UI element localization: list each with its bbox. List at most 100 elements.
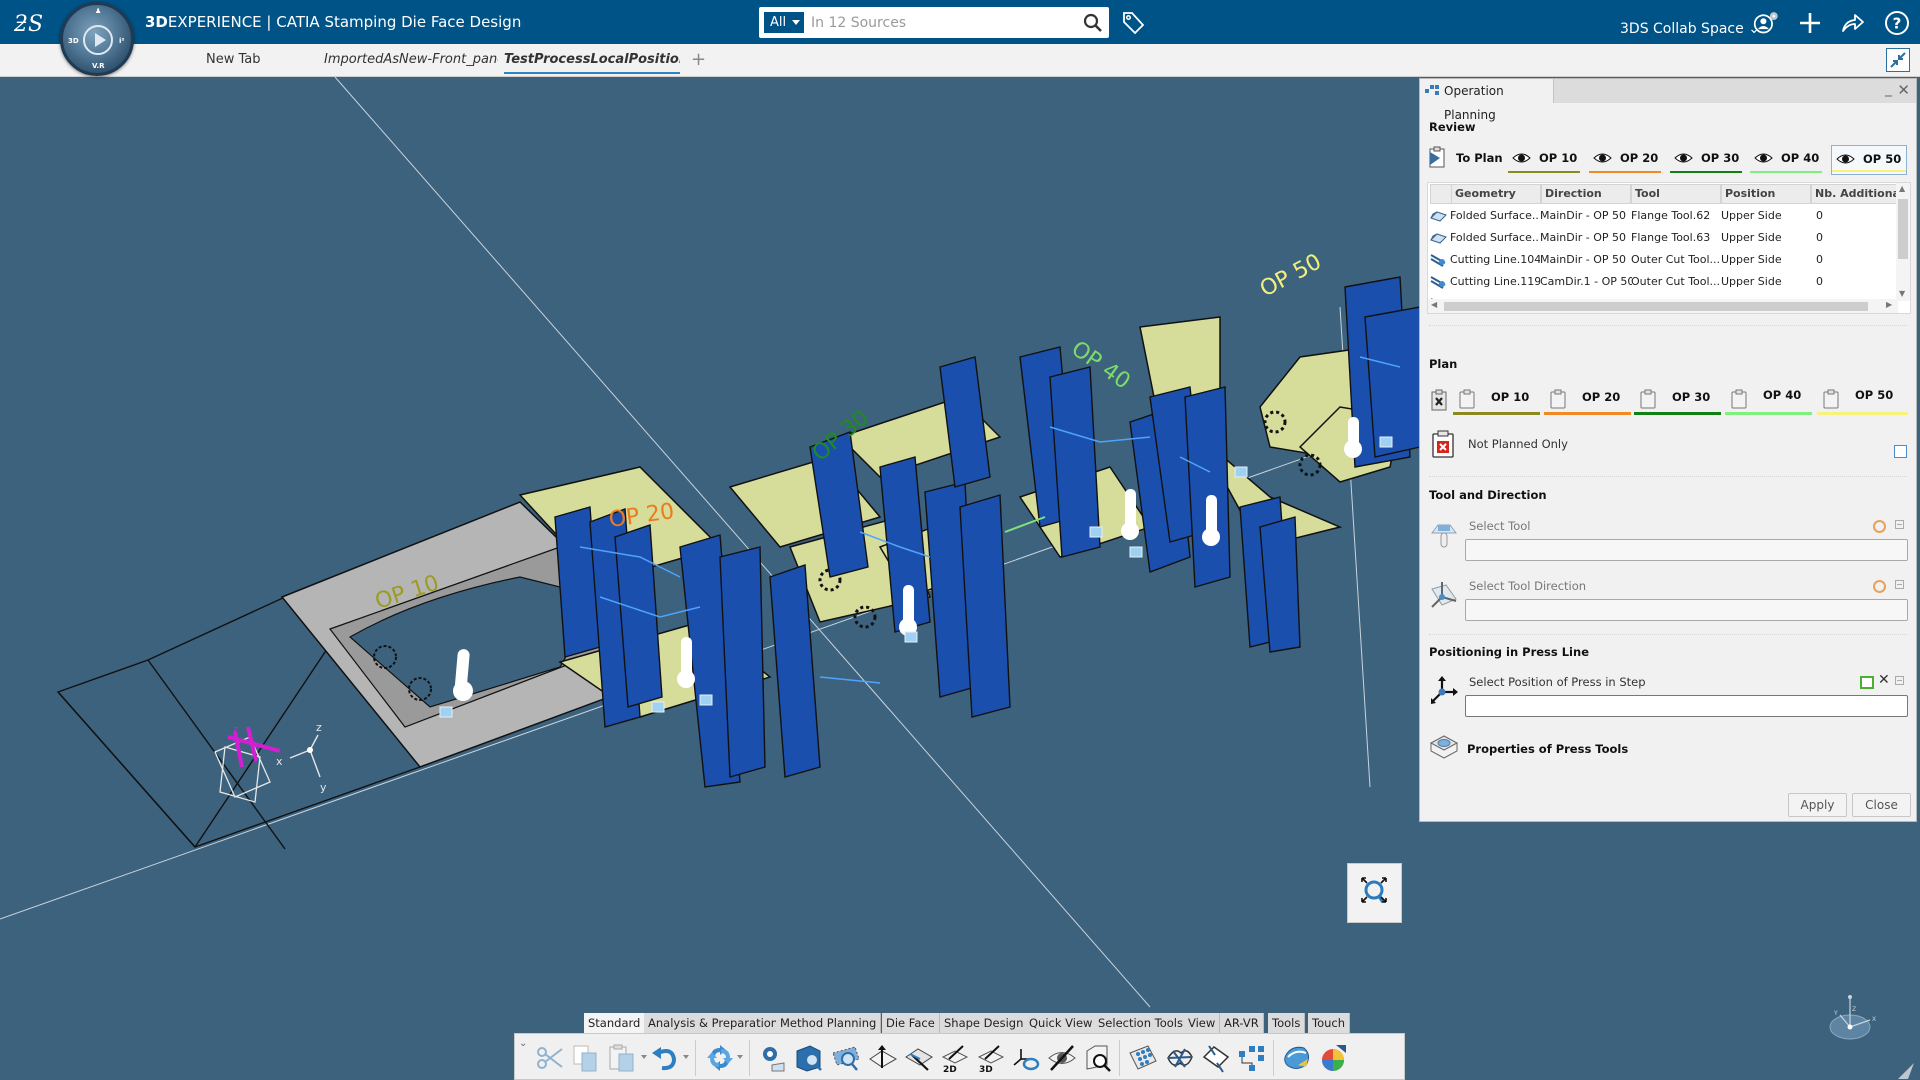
table-row[interactable]: Folded Surface... MainDir - OP 50 Flange… [1428,205,1898,227]
axis-system-icon[interactable] [1011,1043,1041,1073]
action-tab-selection-tools[interactable]: Selection Tools [1094,1013,1188,1033]
column-header-direction[interactable]: Direction [1541,184,1631,204]
action-tab-touch[interactable]: Touch [1308,1013,1351,1033]
minimize-panel-button[interactable]: _ [1885,81,1892,97]
action-tab-quick-view[interactable]: Quick View [1025,1013,1098,1033]
tag-icon[interactable] [1120,10,1146,36]
user-profile-icon[interactable] [1753,10,1779,36]
mesh-surface-icon[interactable] [1165,1043,1195,1073]
collab-space-dropdown[interactable]: 3DS Collab Space ⌄ [1620,21,1760,37]
apply-button[interactable]: Apply [1788,793,1847,817]
action-tab-view[interactable]: View [1184,1013,1221,1033]
plan-op50-button[interactable]: OP 50 [1817,385,1908,415]
cut-icon[interactable] [535,1043,565,1073]
table-horizontal-scrollbar[interactable]: ◀ ▶ [1428,299,1898,313]
dassault-logo-icon[interactable]: ƻS [12,6,48,38]
review-op10-button[interactable]: OP 10 [1508,145,1580,175]
review-op20-button[interactable]: OP 20 [1589,145,1661,175]
scroll-up-icon[interactable]: ▲ [1899,184,1905,193]
undo-icon[interactable] [650,1043,680,1073]
collapse-action-bar-icon[interactable]: ⌄ [519,1038,527,1049]
column-header-position[interactable]: Position [1721,184,1811,204]
tab-imported-as-new[interactable]: ImportedAsNew-Front_pane [324,52,498,67]
share-icon[interactable] [1840,10,1866,36]
search-input[interactable] [811,7,1071,38]
column-header-icon[interactable] [1430,184,1452,204]
update-icon[interactable] [705,1043,735,1073]
restore-view-button[interactable] [1886,48,1910,72]
tab-test-process-local-positioning[interactable]: TestProcessLocalPositioning [504,52,680,74]
3d-compass[interactable]: 3D i² V.R ♟ [60,2,134,76]
inspect-surface-icon[interactable] [831,1043,861,1073]
scroll-down-icon[interactable]: ▼ [1899,289,1905,298]
unplan-button[interactable] [1428,385,1450,415]
panel-tab[interactable]: Operation Planning [1420,79,1554,122]
selection-mode-icon[interactable] [1860,676,1874,689]
section-icon[interactable] [904,1043,934,1073]
table-vertical-scrollbar[interactable]: ▲ ▼ [1896,183,1910,301]
orientation-compass-icon[interactable]: Z X Y [1820,987,1880,1047]
help-icon[interactable]: ? [1884,10,1910,36]
action-tab-analysis-preparation[interactable]: Analysis & Preparation [644,1013,784,1033]
select-direction-menu-icon[interactable] [1895,580,1904,589]
scroll-thumb[interactable] [1898,199,1908,259]
select-position-menu-icon[interactable] [1895,676,1904,685]
corner-arrow-icon[interactable] [1896,1061,1916,1080]
review-op40-button[interactable]: OP 40 [1750,145,1822,175]
3d-view-icon[interactable]: 3D [975,1043,1005,1073]
hierarchy-icon[interactable] [1237,1043,1267,1073]
play-icon[interactable] [83,25,113,55]
analysis-icon[interactable] [1318,1043,1348,1073]
action-tab-shape-design[interactable]: Shape Design [940,1013,1029,1033]
fit-all-button[interactable] [1347,863,1402,923]
tab-new-tab[interactable]: New Tab [206,52,261,67]
compass-label-vr[interactable]: V.R [92,62,105,70]
search-icon[interactable] [1083,13,1103,33]
compass-label-info[interactable]: i² [119,37,124,45]
table-row[interactable]: Cutting Line.119 CamDir.1 - OP 50 Outer … [1428,271,1898,293]
column-header-tool[interactable]: Tool [1631,184,1721,204]
clear-selection-icon[interactable]: ✕ [1878,672,1890,688]
compass-label-social-icon[interactable]: ♟ [95,7,101,15]
curve-icon[interactable] [1201,1043,1231,1073]
inspect-solid-icon[interactable] [794,1043,824,1073]
review-to-plan-button[interactable]: To Plan [1428,145,1503,175]
column-header-geometry[interactable]: Geometry [1451,184,1541,204]
action-tab-tools[interactable]: Tools [1268,1013,1306,1033]
add-icon[interactable] [1797,10,1823,36]
plan-op20-button[interactable]: OP 20 [1544,385,1631,415]
copy-icon[interactable] [570,1043,600,1073]
process-settings-icon[interactable] [758,1043,788,1073]
shading-icon[interactable] [1282,1043,1312,1073]
direction-icon[interactable] [868,1043,898,1073]
select-tool-field[interactable] [1465,539,1908,561]
action-tab-ar-vr[interactable]: AR-VR [1220,1013,1264,1033]
2d-view-icon[interactable]: 2D [939,1043,969,1073]
column-header-nb-additional[interactable]: Nb. Additional.. [1811,184,1897,204]
not-planned-only-checkbox[interactable] [1894,445,1907,458]
action-tab-die-face[interactable]: Die Face [882,1013,940,1033]
undo-options-dropdown[interactable] [683,1055,689,1059]
plan-op30-button[interactable]: OP 30 [1634,385,1721,415]
scroll-thumb[interactable] [1444,302,1868,311]
review-op30-button[interactable]: OP 30 [1670,145,1742,175]
plan-op40-button[interactable]: OP 40 [1725,385,1812,415]
paste-icon[interactable] [607,1043,637,1073]
close-panel-button[interactable]: ✕ [1897,81,1910,99]
search-scope-dropdown[interactable]: All [764,12,804,33]
hide-icon[interactable] [1047,1043,1077,1073]
add-tab-button[interactable]: + [691,49,706,70]
plan-op10-button[interactable]: OP 10 [1453,385,1540,415]
update-options-dropdown[interactable] [737,1055,743,1059]
properties-of-press-tools-button[interactable]: Properties of Press Tools [1467,742,1628,756]
compass-label-3d[interactable]: 3D [68,37,79,45]
close-button[interactable]: Close [1852,793,1911,817]
scroll-right-icon[interactable]: ▶ [1886,300,1892,309]
table-row[interactable]: Cutting Line.104 MainDir - OP 50 Outer C… [1428,249,1898,271]
review-op50-button[interactable]: OP 50 [1831,145,1907,175]
action-tab-method-planning[interactable]: Method Planning [776,1013,882,1033]
select-position-field[interactable] [1465,695,1908,717]
quick-look-icon[interactable] [1083,1043,1113,1073]
select-tool-direction-field[interactable] [1465,599,1908,621]
scroll-left-icon[interactable]: ◀ [1431,300,1437,309]
